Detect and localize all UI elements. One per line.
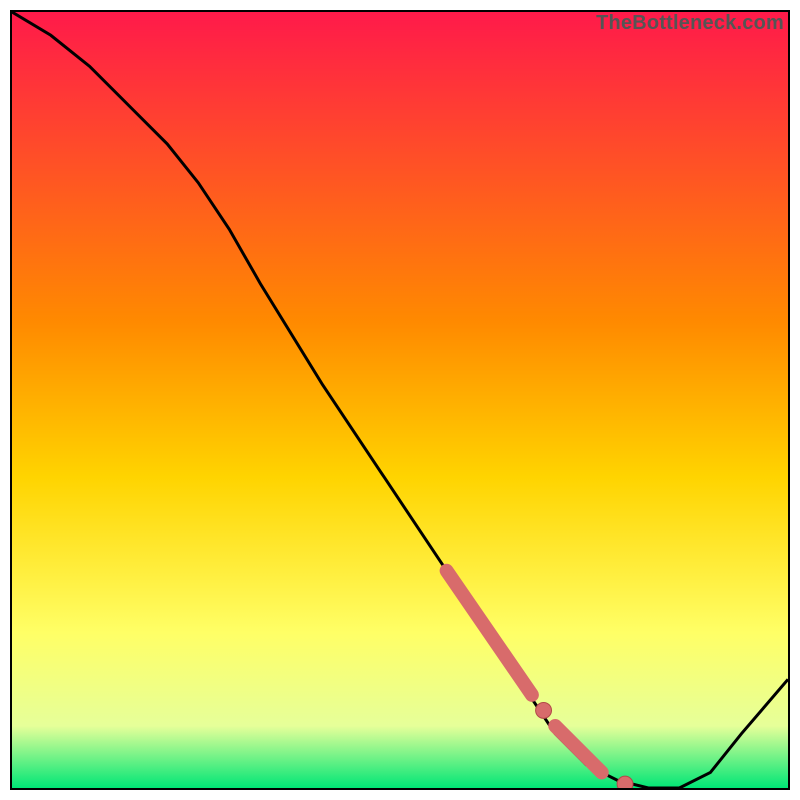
dot-mid xyxy=(536,702,552,718)
marker-layer xyxy=(447,571,633,788)
watermark-text: TheBottleneck.com xyxy=(596,12,784,35)
highlight-segment xyxy=(447,571,532,695)
plot-area xyxy=(10,10,790,790)
bottleneck-curve-path xyxy=(12,12,788,788)
chart-stage: TheBottleneck.com xyxy=(0,0,800,800)
highlight-segment2 xyxy=(555,726,602,773)
dot-trough xyxy=(617,776,633,788)
curve-layer xyxy=(12,12,788,788)
